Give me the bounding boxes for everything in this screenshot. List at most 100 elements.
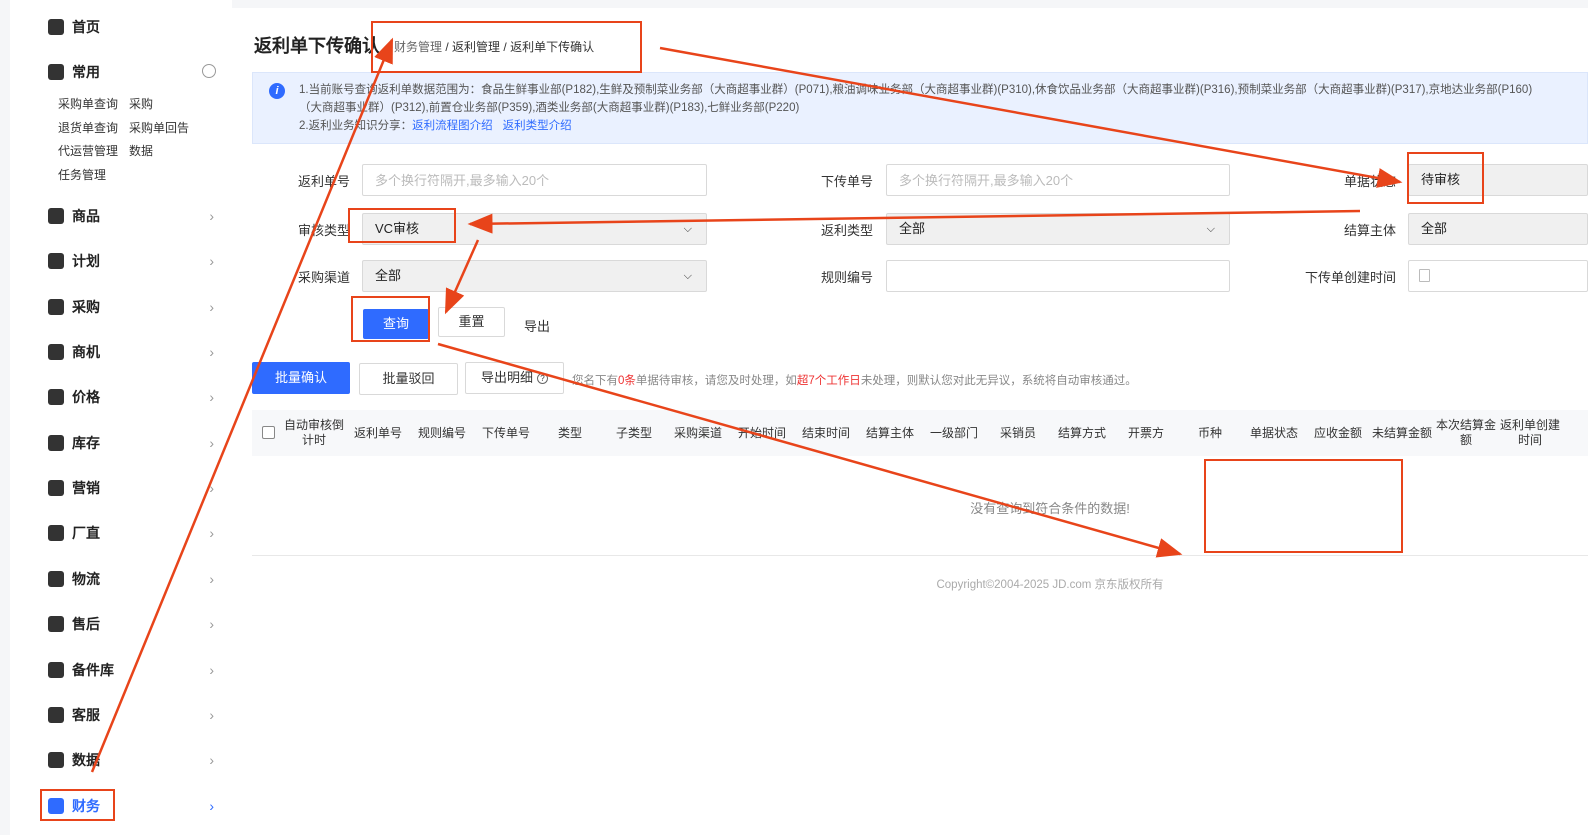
column-header: 应收金额 [1313, 425, 1362, 440]
column-header: 单据状态 [1249, 425, 1298, 440]
rebate-type-label: 返利类型 [820, 223, 873, 238]
chevron-down-icon: ⌵ [1206, 223, 1215, 235]
quick-link[interactable]: 采购单回告 [129, 119, 189, 136]
help-icon[interactable]: ? [537, 373, 548, 384]
page-title: 返利单下传确认 [254, 36, 380, 57]
nav-item-data[interactable]: 数据 › [48, 745, 218, 775]
reset-button[interactable]: 重置 [438, 307, 505, 337]
quick-link[interactable]: 采购单查询 [58, 95, 118, 112]
quick-link[interactable]: 任务管理 [58, 166, 106, 183]
pie-chart-icon [48, 752, 64, 768]
column-header: 子类型 [615, 425, 652, 440]
export-button[interactable]: 导出 [524, 316, 550, 335]
export-detail-button[interactable]: 导出明细? [465, 362, 564, 394]
rebate-type-select[interactable]: 全部 ⌵ [886, 213, 1230, 245]
nav-item-marketing[interactable]: 营销 › [48, 473, 218, 503]
upload-no-input[interactable] [886, 164, 1230, 196]
chevron-right-icon: › [209, 798, 214, 814]
copyright: Copyright©2004-2025 JD.com 京东版权所有 [936, 579, 1164, 591]
upload-no-label: 下传单号 [820, 174, 873, 189]
crown-icon [48, 64, 64, 80]
sidebar: 首页 常用 采购单查询 采购 退货单查询 采购单回告 代运营管理 数据 任务管理… [10, 0, 232, 835]
plan-icon [48, 253, 64, 269]
rebate-no-label: 返利单号 [297, 174, 350, 189]
table-header: 自动审核倒计时 返利单号 规则编号 下传单号 类型 子类型 采购渠道 开始时间 … [252, 410, 1588, 456]
quick-link[interactable]: 采购 [129, 95, 153, 112]
settings-icon[interactable] [202, 64, 216, 78]
breadcrumb-item[interactable]: 返利管理 [452, 40, 500, 54]
main-content: 返利单下传确认 财务管理 / 返利管理 / 返利单下传确认 i 1.当前账号查询… [232, 8, 1588, 835]
breadcrumb-item[interactable]: 财务管理 [394, 40, 442, 54]
chevron-right-icon: › [209, 208, 214, 224]
chevron-right-icon: › [209, 344, 214, 360]
nav-common[interactable]: 常用 [48, 57, 218, 87]
chevron-right-icon: › [209, 299, 214, 315]
created-time-label: 下传单创建时间 [1304, 270, 1396, 285]
chevron-right-icon: › [209, 480, 214, 496]
empty-state: 没有查询到符合条件的数据! [970, 501, 1130, 516]
nav-item-factory[interactable]: 厂直 › [48, 518, 218, 548]
column-header: 返利单创建时间 [1499, 418, 1560, 447]
column-header: 币种 [1197, 425, 1222, 440]
query-button[interactable]: 查询 [363, 309, 429, 339]
nav-item-product[interactable]: 商品 › [48, 201, 218, 231]
chevron-right-icon: › [209, 389, 214, 405]
batch-reject-button[interactable]: 批量驳回 [359, 363, 458, 395]
product-icon [48, 208, 64, 224]
notice-banner: i 1.当前账号查询返利单数据范围为：食品生鲜事业部(P182),生鲜及预制菜业… [252, 72, 1588, 144]
rule-no-input[interactable] [886, 260, 1230, 292]
settle-entity-select[interactable]: 全部 [1408, 213, 1588, 245]
rebate-no-input[interactable] [362, 164, 707, 196]
doc-status-select[interactable]: 待审核 [1408, 164, 1588, 196]
nav-item-service[interactable]: 客服 › [48, 700, 218, 730]
nav-item-opportunity[interactable]: 商机 › [48, 337, 218, 367]
nav-item-plan[interactable]: 计划 › [48, 246, 218, 276]
calendar-icon [1419, 269, 1430, 282]
rule-no-label: 规则编号 [820, 270, 873, 285]
column-header: 返利单号 [353, 425, 402, 440]
chevron-down-icon: ⌵ [683, 270, 692, 282]
quick-link[interactable]: 代运营管理 [58, 142, 118, 159]
price-icon [48, 389, 64, 405]
audit-type-select[interactable]: VC审核 ⌵ [362, 213, 707, 245]
column-header: 一级部门 [929, 425, 978, 440]
column-header: 开票方 [1127, 425, 1164, 440]
chevron-right-icon: › [209, 707, 214, 723]
chevron-right-icon: › [209, 525, 214, 541]
column-header: 采销员 [999, 425, 1036, 440]
column-header: 结算主体 [865, 425, 914, 440]
settle-entity-label: 结算主体 [1343, 223, 1396, 238]
rebate-type-link[interactable]: 返利类型介绍 [503, 120, 572, 132]
nav-item-purchase[interactable]: 采购 › [48, 292, 218, 322]
bulb-icon [48, 344, 64, 360]
purchase-channel-select[interactable]: 全部 ⌵ [362, 260, 707, 292]
pending-hint: 您名下有0条单据待审核，请您及时处理，如超7个工作日未处理，则默认您对此无异议，… [572, 375, 1137, 387]
truck-icon [48, 571, 64, 587]
nav-item-price[interactable]: 价格 › [48, 382, 218, 412]
column-header: 未结算金额 [1371, 425, 1432, 440]
nav-home[interactable]: 首页 [48, 12, 218, 42]
nav-item-logistics[interactable]: 物流 › [48, 564, 218, 594]
factory-icon [48, 525, 64, 541]
wallet-icon [48, 798, 64, 814]
nav-item-inventory[interactable]: 库存 › [48, 428, 218, 458]
chart-line-icon [48, 435, 64, 451]
chevron-right-icon: › [209, 662, 214, 678]
quick-link[interactable]: 数据 [129, 142, 153, 159]
select-all-checkbox[interactable] [262, 426, 275, 439]
created-time-picker[interactable] [1408, 260, 1588, 292]
quick-link[interactable]: 退货单查询 [58, 119, 118, 136]
nav-item-aftersales[interactable]: 售后 › [48, 609, 218, 639]
flow-chart-link[interactable]: 返利流程图介绍 [412, 120, 493, 132]
chevron-right-icon: › [209, 571, 214, 587]
column-header: 自动审核倒计时 [283, 418, 344, 447]
headset-icon [48, 707, 64, 723]
chevron-right-icon: › [209, 253, 214, 269]
nav-item-finance[interactable]: 财务 › [48, 791, 218, 821]
audit-type-label: 审核类型 [297, 223, 350, 238]
doc-status-label: 单据状态 [1343, 174, 1396, 189]
column-header: 本次结算金额 [1435, 418, 1496, 447]
nav-item-spare-parts[interactable]: 备件库 › [48, 655, 218, 685]
home-icon [48, 19, 64, 35]
batch-confirm-button[interactable]: 批量确认 [252, 362, 350, 394]
